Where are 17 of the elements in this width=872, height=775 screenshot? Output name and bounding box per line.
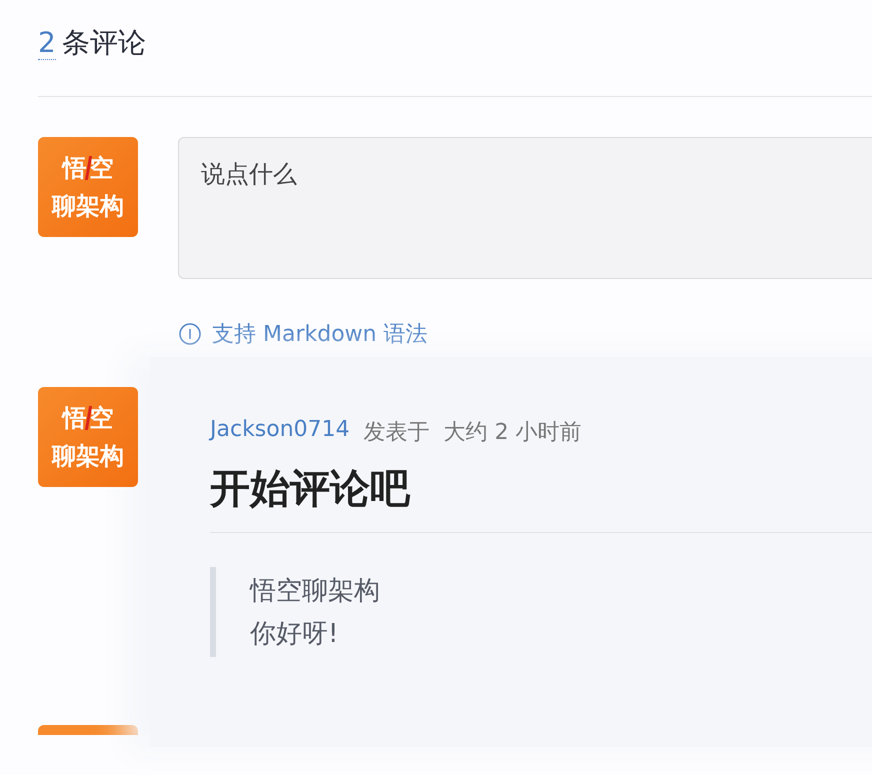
comment-title: 开始评论吧	[210, 461, 872, 533]
comments-heading: 条评论	[62, 25, 146, 61]
author-link[interactable]: Jackson0714	[210, 417, 350, 447]
logo-text: 聊架构	[52, 441, 124, 472]
comment-count: 2	[38, 28, 56, 60]
info-icon	[178, 322, 202, 346]
logo-text: 空	[90, 403, 114, 434]
logo-text: 空	[90, 153, 114, 184]
comment-input[interactable]: 说点什么	[178, 137, 872, 279]
quote-line: 悟空聊架构	[250, 575, 381, 608]
quote-line: 你好呀!	[250, 618, 340, 651]
posted-label: 发表于	[364, 419, 430, 447]
markdown-hint-link[interactable]: 支持 Markdown 语法	[212, 319, 428, 349]
post-time: 大约 2 小时前	[444, 419, 582, 447]
logo-text: 悟	[62, 153, 86, 184]
logo-text: 悟	[62, 403, 86, 434]
logo-text: 聊架构	[52, 191, 124, 222]
